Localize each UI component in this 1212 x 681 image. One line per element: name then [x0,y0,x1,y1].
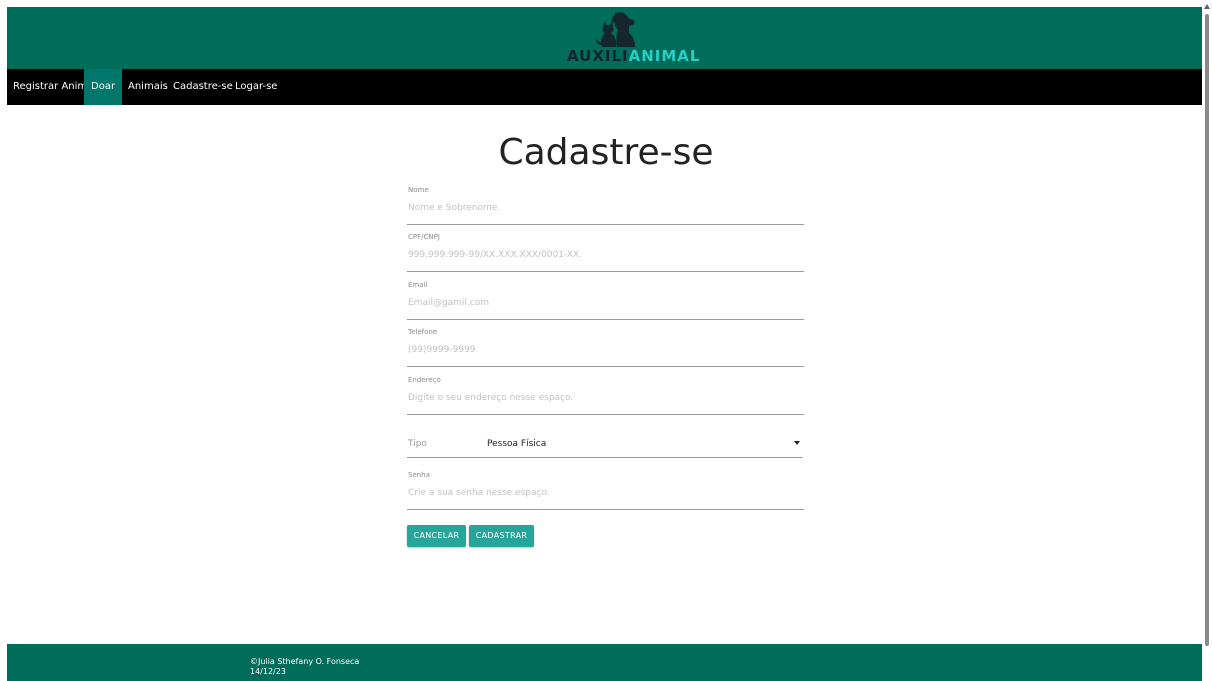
cancel-button[interactable]: CANCELAR [407,525,466,547]
tipo-select[interactable]: Tipo Pessoa Física [407,430,803,458]
page: AUXILIANIMAL Registrar Animal Doar Anima… [0,0,1212,681]
telefone-field-group: Telefone [407,327,804,375]
nome-input[interactable] [407,198,804,225]
main-nav: Registrar Animal Doar Animais Cadastre-s… [7,69,1202,105]
nav-item-animais[interactable]: Animais [128,69,168,105]
page-scrollbar[interactable] [1202,0,1212,681]
telefone-label: Telefone [408,328,438,336]
scroll-thumb[interactable] [1205,14,1209,646]
submit-button[interactable]: CADASTRAR [469,525,534,547]
email-input[interactable] [407,293,804,320]
site-logo[interactable]: AUXILIANIMAL [567,11,699,65]
endereco-field-group: Endereço [407,375,804,423]
tipo-selected-value: Pessoa Física [487,439,547,449]
logo-text-animal: ANIMAL [628,47,701,65]
scroll-up-arrow-icon[interactable] [1204,4,1210,9]
site-footer: ©Julia Sthefany O. Fonseca 14/12/23 [7,644,1202,681]
cpf-label: CPF/CNPJ [408,233,440,241]
senha-field-group: Senha [407,470,804,518]
endereco-input[interactable] [407,388,804,415]
senha-input[interactable] [407,483,804,510]
cpf-input[interactable] [407,245,804,272]
nav-item-doar[interactable]: Doar [84,69,123,105]
footer-date: 14/12/23 [250,667,286,676]
site-header: AUXILIANIMAL [7,7,1202,69]
cpf-field-group: CPF/CNPJ [407,232,804,280]
telefone-input[interactable] [407,340,804,367]
cat-dog-icon [596,12,635,47]
footer-copyright: ©Julia Sthefany O. Fonseca [250,657,360,666]
tipo-label: Tipo [408,439,427,449]
email-label: Email [408,281,428,289]
nome-field-group: Nome [407,185,804,233]
nav-item-logar-se[interactable]: Logar-se [235,69,277,105]
logo-text-auxili: AUXILI [567,47,629,65]
logo-wordmark: AUXILIANIMAL [567,47,699,65]
email-field-group: Email [407,280,804,328]
caret-down-icon [794,441,800,445]
nome-label: Nome [408,186,429,194]
page-title: Cadastre-se [498,132,714,173]
senha-label: Senha [408,471,430,479]
endereco-label: Endereço [408,376,441,384]
nav-item-cadastre-se[interactable]: Cadastre-se [173,69,233,105]
